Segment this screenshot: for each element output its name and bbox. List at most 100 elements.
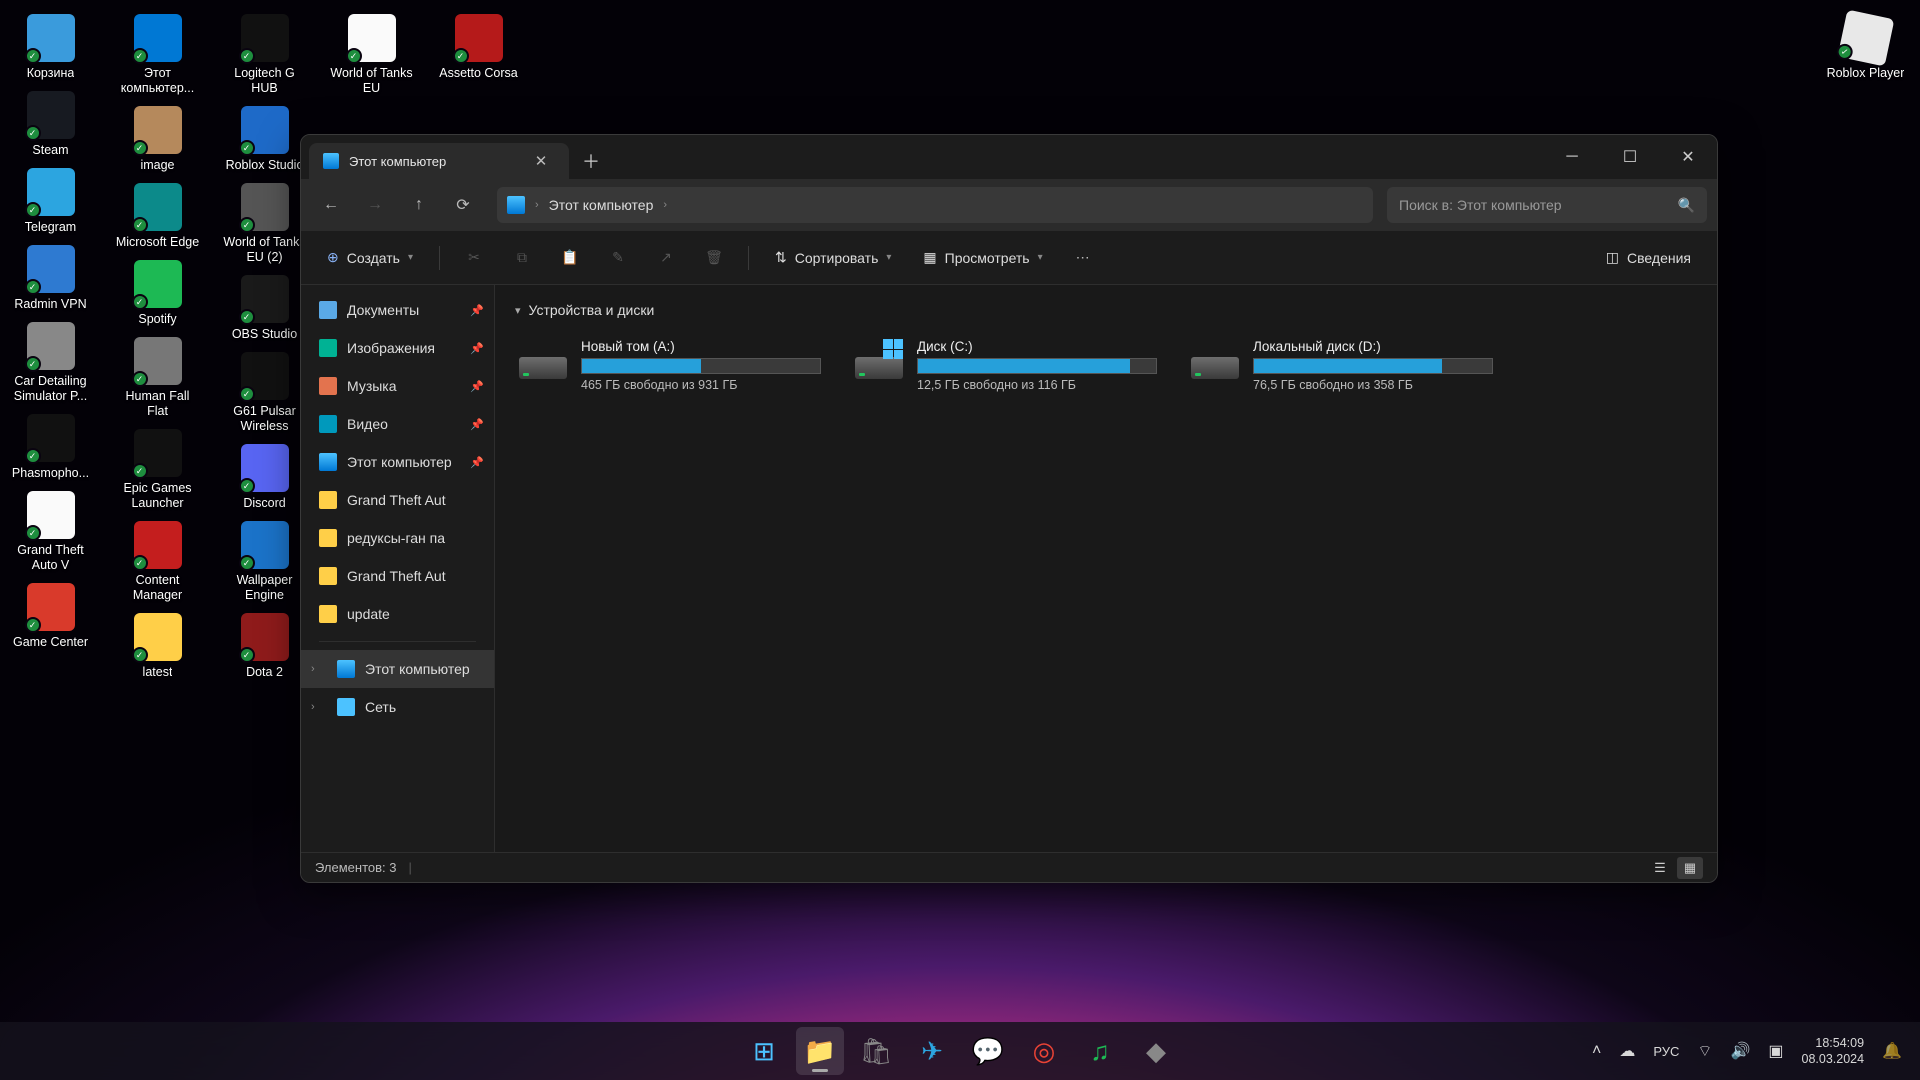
taskbar-explorer[interactable]: 📁 xyxy=(796,1027,844,1075)
chevron-right-icon[interactable]: › xyxy=(311,663,327,675)
create-button[interactable]: ⊕ Создать ▾ xyxy=(315,240,425,276)
sort-button[interactable]: ⇅ Сортировать ▾ xyxy=(763,240,903,276)
desktop-icon[interactable]: ✓Discord xyxy=(222,442,307,511)
item-count: Элементов: 3 xyxy=(315,860,396,875)
wifi-icon[interactable]: ⌔ xyxy=(1697,1041,1712,1061)
sidebar-item[interactable]: Изображения📌 xyxy=(301,329,494,367)
desktop-icon[interactable]: ✓Dota 2 xyxy=(222,611,307,680)
taskbar-chrome[interactable]: ◎ xyxy=(1020,1027,1068,1075)
notifications-icon[interactable]: 🔔 xyxy=(1882,1041,1902,1061)
status-bar: Элементов: 3 | ☰ ▦ xyxy=(301,852,1717,882)
sidebar-tree-item[interactable]: ›Сеть xyxy=(301,688,494,726)
copy-button: ⧉ xyxy=(502,240,542,276)
drive-item[interactable]: Локальный диск (D:) 76,5 ГБ свободно из … xyxy=(1187,335,1497,396)
chevron-right-icon[interactable]: › xyxy=(663,199,667,211)
view-button[interactable]: ▦ Просмотреть ▾ xyxy=(911,240,1054,276)
sidebar-item[interactable]: Музыка📌 xyxy=(301,367,494,405)
desktop-icon[interactable]: ✓Radmin VPN xyxy=(8,243,93,312)
taskbar-discord[interactable]: 💬 xyxy=(964,1027,1012,1075)
view-icon: ▦ xyxy=(923,249,936,266)
group-header-drives[interactable]: ▾ Устройства и диски xyxy=(515,295,1697,325)
battery-icon[interactable]: ▣ xyxy=(1768,1041,1783,1061)
desktop-icon[interactable]: ✓Game Center xyxy=(8,581,93,650)
folder-icon xyxy=(319,529,337,547)
sidebar-item[interactable]: редуксы-ган па xyxy=(301,519,494,557)
language-indicator[interactable]: РУС xyxy=(1653,1044,1679,1059)
desktop-icon[interactable]: ✓Phasmopho... xyxy=(8,412,93,481)
desktop-icon[interactable]: ✓World of Tanks EU (2) xyxy=(222,181,307,265)
taskbar-store[interactable]: 🛍 xyxy=(852,1027,900,1075)
explorer-window: Этот компьютер ✕ ＋ ─ ☐ ✕ ← → ↑ ⟳ › Этот … xyxy=(300,134,1718,883)
rename-button: ✎ xyxy=(598,240,638,276)
share-button: ↗ xyxy=(646,240,686,276)
back-button[interactable]: ← xyxy=(311,185,351,225)
desktop-icon[interactable]: ✓Human Fall Flat xyxy=(115,335,200,419)
onedrive-icon[interactable]: ☁ xyxy=(1619,1041,1635,1061)
taskbar-telegram[interactable]: ✈ xyxy=(908,1027,956,1075)
tab-this-pc[interactable]: Этот компьютер ✕ xyxy=(309,143,569,179)
volume-icon[interactable]: 🔊 xyxy=(1730,1041,1750,1061)
up-button[interactable]: ↑ xyxy=(399,185,439,225)
details-pane-button[interactable]: ◫ Сведения xyxy=(1594,240,1703,276)
pin-icon: 📌 xyxy=(470,342,484,355)
sidebar-item[interactable]: Этот компьютер📌 xyxy=(301,443,494,481)
desktop-icon[interactable]: ✓Logitech G HUB xyxy=(222,12,307,96)
sidebar-item[interactable]: Документы📌 xyxy=(301,291,494,329)
sidebar-item[interactable]: Grand Theft Aut xyxy=(301,481,494,519)
pin-icon: 📌 xyxy=(470,380,484,393)
minimize-button[interactable]: ─ xyxy=(1543,135,1601,179)
taskbar-start[interactable]: ⊞ xyxy=(740,1027,788,1075)
pc-icon xyxy=(323,153,339,169)
desktop-icon[interactable]: ✓Car Detailing Simulator P... xyxy=(8,320,93,404)
breadcrumb[interactable]: › Этот компьютер › xyxy=(497,187,1373,223)
chevron-right-icon[interactable]: › xyxy=(311,701,327,713)
desktop-icon[interactable]: ✓Steam xyxy=(8,89,93,158)
search-input[interactable] xyxy=(1399,197,1670,213)
taskbar-app[interactable]: ◆ xyxy=(1132,1027,1180,1075)
desktop-icon[interactable]: ✓latest xyxy=(115,611,200,680)
desktop-icon[interactable]: ✓Telegram xyxy=(8,166,93,235)
refresh-button[interactable]: ⟳ xyxy=(443,185,483,225)
view-list-button[interactable]: ☰ xyxy=(1647,857,1673,879)
desktop-icon[interactable]: ✓Microsoft Edge xyxy=(115,181,200,250)
desktop-icon[interactable]: ✓Wallpaper Engine xyxy=(222,519,307,603)
sidebar-item[interactable]: update xyxy=(301,595,494,633)
close-button[interactable]: ✕ xyxy=(1659,135,1717,179)
pc-icon xyxy=(507,196,525,214)
titlebar: Этот компьютер ✕ ＋ ─ ☐ ✕ xyxy=(301,135,1717,179)
desktop-icon[interactable]: ✓Epic Games Launcher xyxy=(115,427,200,511)
desktop-icon[interactable]: ✓Content Manager xyxy=(115,519,200,603)
new-tab-button[interactable]: ＋ xyxy=(569,143,613,179)
tray-chevron-icon[interactable]: ˄ xyxy=(1592,1042,1601,1060)
desktop-icon[interactable]: ✓OBS Studio xyxy=(222,273,307,342)
desktop-icon[interactable]: ✓Spotify xyxy=(115,258,200,327)
chevron-right-icon: › xyxy=(535,199,539,211)
maximize-button[interactable]: ☐ xyxy=(1601,135,1659,179)
view-tiles-button[interactable]: ▦ xyxy=(1677,857,1703,879)
drive-item[interactable]: Новый том (A:) 465 ГБ свободно из 931 ГБ xyxy=(515,335,825,396)
desktop-icon[interactable]: ✓Assetto Corsa xyxy=(436,12,521,81)
taskbar-spotify[interactable]: ♫ xyxy=(1076,1027,1124,1075)
drive-icon xyxy=(855,339,903,379)
search-box[interactable]: 🔍 xyxy=(1387,187,1707,223)
search-icon[interactable]: 🔍 xyxy=(1678,197,1695,214)
desktop-icon[interactable]: ✓Этот компьютер... xyxy=(115,12,200,96)
desktop-icon[interactable]: ✓G61 Pulsar Wireless xyxy=(222,350,307,434)
folder-icon xyxy=(319,377,337,395)
tab-close-icon[interactable]: ✕ xyxy=(527,147,555,175)
drive-item[interactable]: Диск (C:) 12,5 ГБ свободно из 116 ГБ xyxy=(851,335,1161,396)
desktop-icon[interactable]: ✓Grand Theft Auto V xyxy=(8,489,93,573)
pin-icon: 📌 xyxy=(470,304,484,317)
sidebar-tree-item[interactable]: ›Этот компьютер xyxy=(301,650,494,688)
sidebar-item[interactable]: Grand Theft Aut xyxy=(301,557,494,595)
capacity-bar xyxy=(581,358,821,374)
desktop-icon[interactable]: ✓Roblox Studio xyxy=(222,104,307,173)
desktop-icon[interactable]: ✓Корзина xyxy=(8,12,93,81)
paste-button: 📋 xyxy=(550,240,590,276)
desktop-icon[interactable]: ✓World of Tanks EU xyxy=(329,12,414,96)
more-button[interactable]: ⋯ xyxy=(1063,240,1103,276)
desktop-icon[interactable]: ✓Roblox Player xyxy=(1823,12,1908,81)
clock[interactable]: 18:54:09 08.03.2024 xyxy=(1802,1035,1865,1067)
sidebar-item[interactable]: Видео📌 xyxy=(301,405,494,443)
desktop-icon[interactable]: ✓image xyxy=(115,104,200,173)
